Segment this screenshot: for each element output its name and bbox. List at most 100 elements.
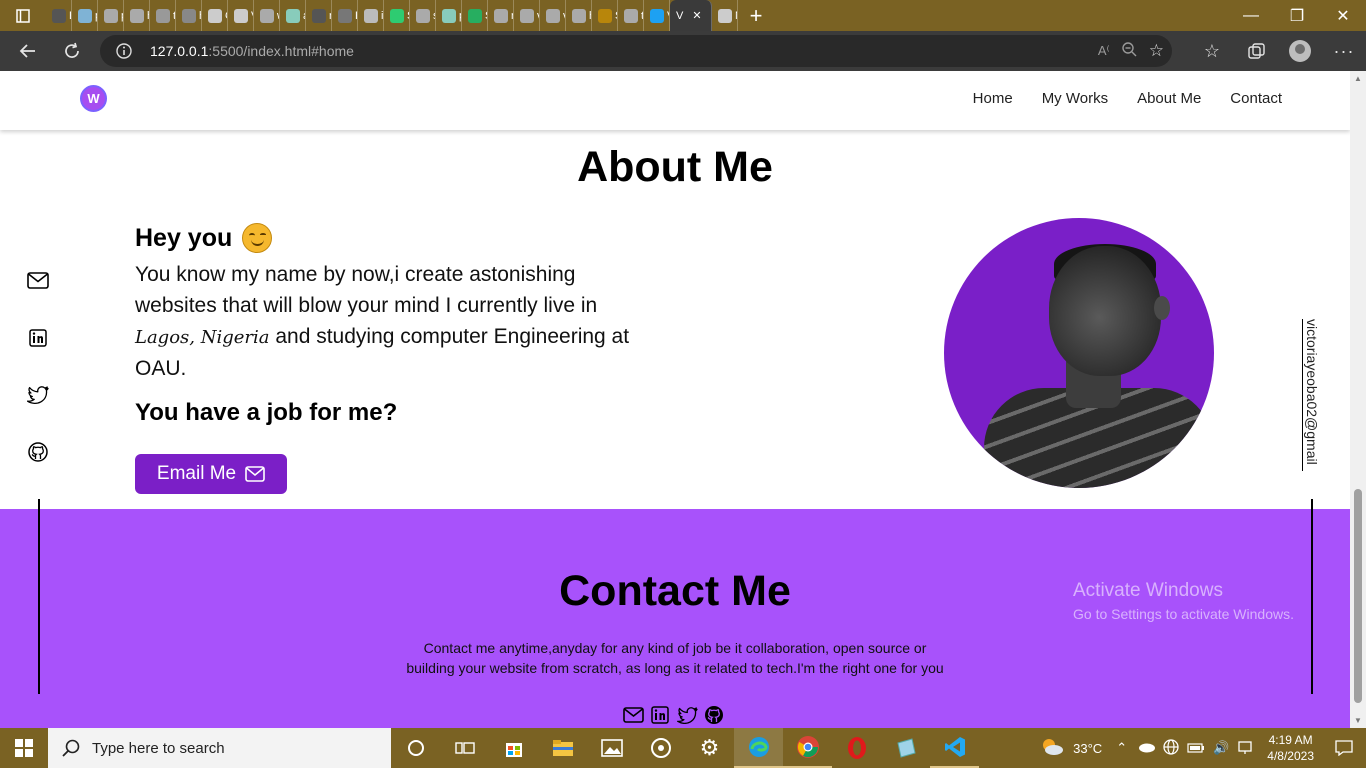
browser-tab[interactable]: t: [618,0,644,31]
browser-tab[interactable]: p [436,0,462,31]
active-browser-tab[interactable]: V ✕ [670,0,712,31]
chrome-icon[interactable] [783,728,832,768]
browser-tab[interactable]: V [228,0,254,31]
browser-tab[interactable]: v [540,0,566,31]
scrollbar-thumb[interactable] [1354,489,1362,703]
network-icon[interactable] [1163,738,1179,758]
browser-tab[interactable]: r [488,0,514,31]
contact-text: Contact me anytime,anyday for any kind o… [406,640,944,676]
browser-tab[interactable]: C [202,0,228,31]
taskbar-clock[interactable]: 4:19 AM 4/8/2023 [1267,732,1314,764]
tab-favicon-icon [390,8,404,23]
cortana-icon[interactable] [391,728,440,768]
browser-tab[interactable]: H [332,0,358,31]
settings-menu-icon[interactable]: ··· [1322,41,1366,62]
minimize-button[interactable]: — [1228,0,1274,31]
edge-icon[interactable] [734,728,783,768]
nav-link-about-me[interactable]: About Me [1137,90,1201,107]
nav-link-my-works[interactable]: My Works [1042,90,1108,107]
vscode-icon[interactable] [930,728,979,768]
store-icon[interactable] [489,728,538,768]
read-aloud-icon[interactable]: A⁽ [1098,43,1110,59]
photos-icon[interactable] [587,728,636,768]
contact-linkedin-icon[interactable] [649,705,671,725]
display-icon[interactable] [1237,739,1253,758]
scroll-up-arrow-icon[interactable]: ▲ [1354,74,1362,83]
tab-favicon-icon [520,8,534,23]
profile-avatar[interactable] [1278,40,1322,62]
linkedin-icon[interactable] [26,326,50,349]
scroll-down-arrow-icon[interactable]: ▼ [1354,716,1362,725]
address-bar[interactable]: 127.0.0.1:5500/index.html#home A⁽ ☆ [100,35,1172,67]
file-explorer-icon[interactable] [538,728,587,768]
opera-icon[interactable] [832,728,881,768]
browser-tab[interactable]: p [72,0,98,31]
collections-icon[interactable] [1234,42,1278,60]
browser-tab[interactable]: s [410,0,436,31]
browser-tab[interactable]: h [566,0,592,31]
weather-icon[interactable] [1039,737,1065,760]
browser-tab[interactable]: t: [150,0,176,31]
browser-tab[interactable]: S [592,0,618,31]
mail-icon[interactable] [26,269,50,292]
nav-link-contact[interactable]: Contact [1230,90,1282,107]
browser-toolbar: 127.0.0.1:5500/index.html#home A⁽ ☆ ☆ ··… [0,31,1366,71]
zoom-icon[interactable] [1122,42,1137,60]
github-icon[interactable] [26,440,50,463]
search-placeholder: Type here to search [92,739,225,757]
browser-tab[interactable]: h [124,0,150,31]
contact-github-icon[interactable] [703,705,725,725]
tab-favicon-icon [364,8,378,23]
volume-icon[interactable]: 🔊 [1213,740,1229,756]
page-scrollbar[interactable]: ▲ ▼ [1350,71,1366,728]
left-divider-line [38,499,40,694]
url-host: 127.0.0.1 [150,43,209,59]
tab-favicon-icon [208,8,222,23]
contact-twitter-icon[interactable] [676,705,698,725]
browser-tab[interactable]: r [306,0,332,31]
browser-tab[interactable]: w [254,0,280,31]
close-tab-icon[interactable]: ✕ [692,9,701,22]
notifications-icon[interactable] [1322,740,1366,756]
tab-favicon-icon [286,8,300,23]
browser-tab[interactable]: v [514,0,540,31]
back-button[interactable] [6,31,50,71]
page-viewport: W Home My Works About Me Contact About M… [0,71,1350,728]
browser-tab[interactable]: N [712,0,738,31]
tab-favicon-icon [234,8,248,23]
twitter-icon[interactable] [26,383,50,406]
about-location: Lagos, Nigeria [135,327,270,348]
browser-tab[interactable]: V [644,0,670,31]
taskbar-search-box[interactable]: Type here to search [48,728,391,768]
browser-tab[interactable]: p [98,0,124,31]
browser-tab[interactable]: a [280,0,306,31]
onedrive-icon[interactable] [1137,741,1156,756]
add-favorite-icon[interactable]: ☆ [1149,41,1164,61]
favorites-icon[interactable]: ☆ [1190,41,1234,62]
nav-link-home[interactable]: Home [973,90,1013,107]
restore-button[interactable]: ❐ [1274,0,1320,31]
windows-taskbar: Type here to search ⚙ 33°C ⌃ 🔊 4:19 AM 4… [0,728,1366,768]
notepad-icon[interactable] [881,728,930,768]
browser-tab[interactable]: S [384,0,410,31]
vertical-email-link[interactable]: victoriayeoba02@gmail [1302,319,1320,471]
media-player-icon[interactable] [636,728,685,768]
contact-mail-icon[interactable] [622,705,644,725]
email-me-button[interactable]: Email Me [135,454,287,494]
temperature[interactable]: 33°C [1073,741,1102,756]
site-logo[interactable]: W [80,85,107,112]
settings-gear-icon[interactable]: ⚙ [685,728,734,768]
task-view-icon[interactable] [440,728,489,768]
tab-actions-button[interactable] [0,0,46,31]
new-tab-button[interactable]: + [738,0,774,31]
system-tray: 33°C ⌃ 🔊 4:19 AM 4/8/2023 [1039,728,1366,768]
battery-icon[interactable] [1187,741,1205,756]
start-button[interactable] [0,728,48,768]
show-hidden-icons[interactable]: ⌃ [1116,740,1127,756]
browser-tab[interactable]: ic [358,0,384,31]
browser-tab[interactable]: B [46,0,72,31]
browser-tab[interactable]: h [176,0,202,31]
browser-tab[interactable]: S [462,0,488,31]
close-window-button[interactable]: ✕ [1320,0,1366,31]
reload-button[interactable] [50,31,94,71]
